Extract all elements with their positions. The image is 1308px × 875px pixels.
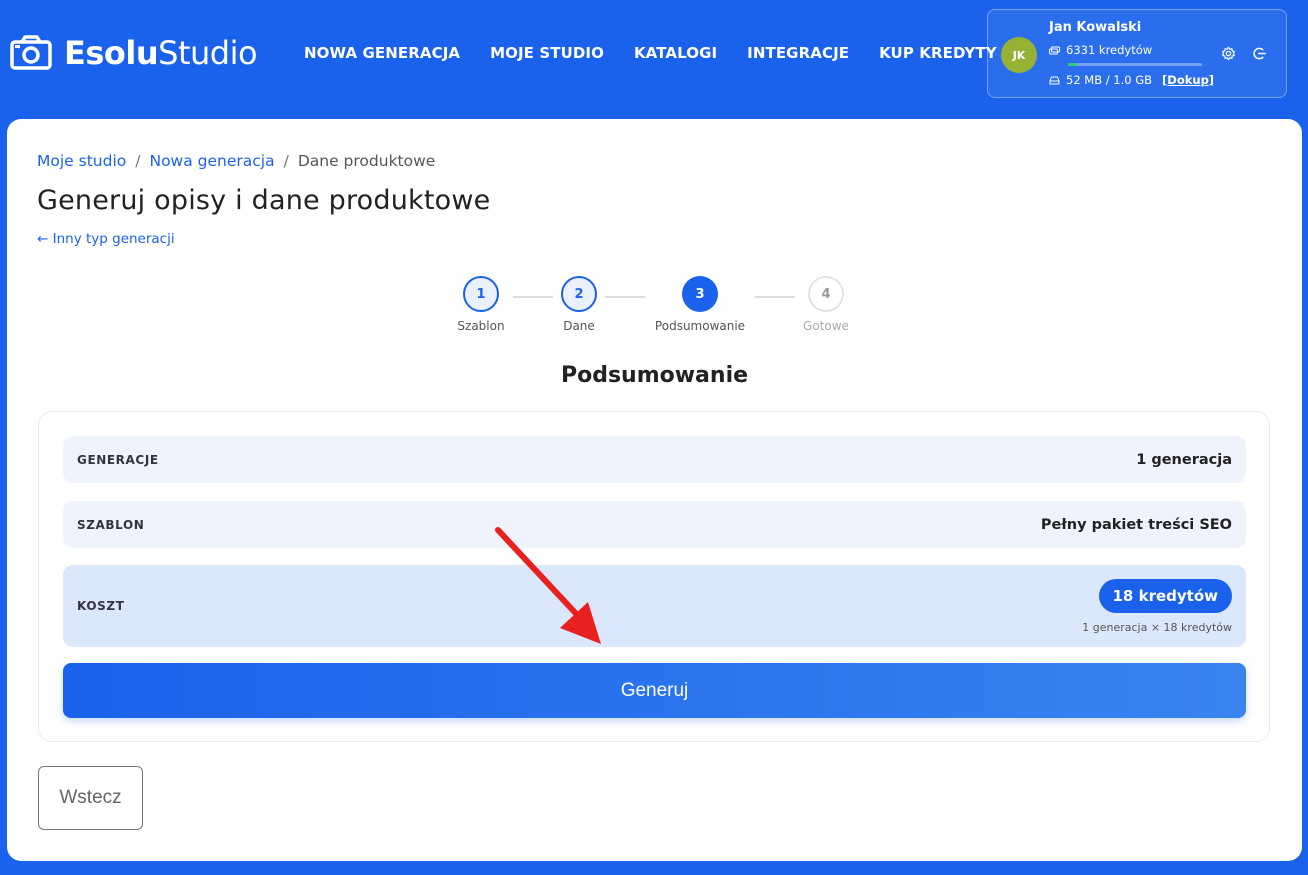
avatar[interactable]: JK xyxy=(1001,37,1037,73)
summary-box: GENERACJE 1 generacja SZABLON Pełny paki… xyxy=(38,411,1270,742)
main-card: Moje studio / Nowa generacja / Dane prod… xyxy=(7,119,1302,861)
gear-icon[interactable] xyxy=(1221,46,1236,61)
breadcrumb-nowa-generacja[interactable]: Nowa generacja xyxy=(149,152,274,170)
step-3-circle: 3 xyxy=(682,276,718,312)
hard-drive-icon xyxy=(1049,76,1060,84)
step-2-circle[interactable]: 2 xyxy=(561,276,597,312)
summary-row-template: SZABLON Pełny pakiet treści SEO xyxy=(63,501,1246,548)
cost-badge: 18 kredytów xyxy=(1098,578,1232,613)
nav-item-kup-kredyty[interactable]: KUP KREDYTY xyxy=(879,43,997,63)
generate-button[interactable]: Generuj xyxy=(63,663,1246,718)
storage-topup-link[interactable]: [Dokup] xyxy=(1162,73,1214,87)
cost-label: KOSZT xyxy=(77,599,125,613)
storage-row: 52 MB / 1.0 GB [Dokup] xyxy=(1049,73,1214,87)
breadcrumb-moje-studio[interactable]: Moje studio xyxy=(37,152,126,170)
step-4-label: Gotowe xyxy=(803,319,849,333)
template-label: SZABLON xyxy=(77,517,145,532)
credit-usage-bar xyxy=(1068,63,1202,66)
brand-logo[interactable]: EsoluStudio xyxy=(10,34,258,72)
nav-item-nowa-generacja[interactable]: NOWA GENERACJA xyxy=(304,43,460,63)
cost-info: 18 kredytów 1 generacja × 18 kredytów xyxy=(1082,578,1232,634)
logout-icon[interactable] xyxy=(1252,46,1267,61)
user-panel: JK Jan Kowalski 6331 kredytów 52 MB / 1.… xyxy=(987,9,1287,98)
step-4-circle: 4 xyxy=(808,276,844,312)
step-connector xyxy=(605,296,645,298)
back-button[interactable]: Wstecz xyxy=(38,766,143,830)
main-nav: NOWA GENERACJA MOJE STUDIO KATALOGI INTE… xyxy=(304,43,1027,63)
camera-icon xyxy=(10,35,52,70)
brand-name: EsoluStudio xyxy=(64,34,258,72)
generations-label: GENERACJE xyxy=(77,452,159,467)
credit-usage-fill xyxy=(1068,63,1078,66)
nav-item-moje-studio[interactable]: MOJE STUDIO xyxy=(490,43,604,63)
coins-icon xyxy=(1049,46,1060,54)
nav-item-katalogi[interactable]: KATALOGI xyxy=(634,43,717,63)
cost-detail: 1 generacja × 18 kredytów xyxy=(1082,620,1232,634)
stepper: 1 Szablon 2 Dane 3 Podsumowanie 4 Gotowe xyxy=(7,276,1302,336)
breadcrumb-current: Dane produktowe xyxy=(297,152,436,170)
top-header: EsoluStudio NOWA GENERACJA MOJE STUDIO K… xyxy=(0,0,1308,108)
summary-row-cost: KOSZT 18 kredytów 1 generacja × 18 kredy… xyxy=(63,565,1246,647)
page-title: Generuj opisy i dane produktowe xyxy=(37,185,491,216)
breadcrumb-separator: / xyxy=(283,152,289,170)
breadcrumb-separator: / xyxy=(135,152,141,170)
credits-count: 6331 kredytów xyxy=(1066,43,1153,57)
other-generation-type-link[interactable]: ← Inny typ generacji xyxy=(37,231,175,247)
summary-row-generations: GENERACJE 1 generacja xyxy=(63,436,1246,483)
credits-row: 6331 kredytów xyxy=(1049,43,1152,57)
step-connector xyxy=(755,296,795,298)
storage-usage: 52 MB / 1.0 GB xyxy=(1066,73,1153,87)
step-1-circle[interactable]: 1 xyxy=(463,276,499,312)
step-3-label: Podsumowanie xyxy=(654,319,746,333)
generations-value: 1 generacja xyxy=(1136,451,1232,468)
nav-item-integracje[interactable]: INTEGRACJE xyxy=(747,43,849,63)
template-value: Pełny pakiet treści SEO xyxy=(1040,516,1232,533)
step-connector xyxy=(513,296,553,298)
step-2-label: Dane xyxy=(563,319,595,333)
user-name: Jan Kowalski xyxy=(1049,20,1142,35)
summary-title: Podsumowanie xyxy=(560,363,749,388)
breadcrumb: Moje studio / Nowa generacja / Dane prod… xyxy=(37,152,435,170)
